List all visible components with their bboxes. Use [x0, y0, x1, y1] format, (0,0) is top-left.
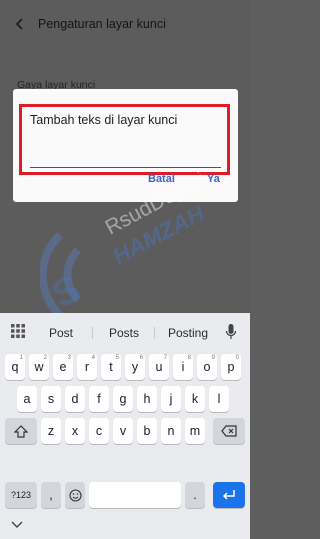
space-key[interactable] [89, 482, 181, 508]
key-hint: 7 [163, 355, 167, 361]
key-n[interactable]: n [161, 418, 181, 444]
key-y[interactable]: y6 [125, 354, 145, 380]
key-hint: 2 [43, 355, 47, 361]
key-h[interactable]: h [137, 386, 157, 412]
key-label: f [97, 392, 101, 406]
key-v[interactable]: v [113, 418, 133, 444]
key-label: q [11, 360, 19, 374]
key-s[interactable]: s [41, 386, 61, 412]
key-o[interactable]: o9 [197, 354, 217, 380]
key-label: ?123 [10, 490, 32, 500]
key-label: r [84, 360, 90, 374]
backspace-icon [221, 425, 237, 437]
shift-icon [14, 424, 28, 438]
key-q[interactable]: q1 [5, 354, 25, 380]
key-hint: 8 [187, 355, 191, 361]
key-w[interactable]: w2 [29, 354, 49, 380]
key-label: u [155, 360, 163, 374]
key-a[interactable]: a [17, 386, 37, 412]
key-label: t [109, 360, 113, 374]
comma-key[interactable]: , [41, 482, 61, 508]
symbols-key[interactable]: ?123 [5, 482, 37, 508]
suggestion-divider [154, 327, 155, 339]
suggestion-item[interactable]: Posting [168, 326, 208, 340]
key-label: j [169, 392, 173, 406]
key-label: w [34, 360, 44, 374]
key-label: x [71, 424, 79, 438]
key-f[interactable]: f [89, 386, 109, 412]
period-key[interactable]: . [185, 482, 205, 508]
key-hint: 0 [235, 355, 239, 361]
navigation-bar [0, 514, 250, 539]
key-label: b [143, 424, 151, 438]
key-e[interactable]: e3 [53, 354, 73, 380]
emoji-icon [68, 488, 82, 502]
shift-key[interactable] [5, 418, 37, 444]
suggestion-divider [92, 327, 93, 339]
key-g[interactable]: g [113, 386, 133, 412]
key-hint: 1 [19, 355, 23, 361]
key-t[interactable]: t5 [101, 354, 121, 380]
key-i[interactable]: i8 [173, 354, 193, 380]
watermark-logo: S RsudDepati HAMZAH [40, 168, 209, 318]
microphone-icon[interactable] [225, 324, 237, 340]
key-label: g [119, 392, 127, 406]
key-label: a [23, 392, 31, 406]
enter-icon [222, 490, 235, 500]
key-k[interactable]: k [185, 386, 205, 412]
key-label: y [131, 360, 139, 374]
page-title: Pengaturan layar kunci [38, 17, 166, 31]
key-label: v [119, 424, 127, 438]
key-label: n [167, 424, 175, 438]
key-label: l [217, 392, 221, 406]
backspace-key[interactable] [213, 418, 245, 444]
key-p[interactable]: p0 [221, 354, 241, 380]
key-label: e [59, 360, 67, 374]
key-label: s [47, 392, 55, 406]
key-label: c [95, 424, 103, 438]
key-l[interactable]: l [209, 386, 229, 412]
key-label: i [181, 360, 185, 374]
key-label: z [47, 424, 55, 438]
key-c[interactable]: c [89, 418, 109, 444]
key-label: o [203, 360, 211, 374]
enter-key[interactable] [213, 482, 245, 508]
key-z[interactable]: z [41, 418, 61, 444]
key-hint: 9 [211, 355, 215, 361]
key-hint: 4 [91, 355, 95, 361]
key-label: k [191, 392, 199, 406]
key-label: . [193, 488, 197, 502]
key-d[interactable]: d [65, 386, 85, 412]
key-label: m [189, 424, 201, 438]
key-label: , [49, 488, 53, 502]
key-label: p [227, 360, 235, 374]
key-j[interactable]: j [161, 386, 181, 412]
hide-keyboard-icon[interactable] [11, 521, 23, 529]
app-header: Pengaturan layar kunci [0, 0, 250, 56]
key-b[interactable]: b [137, 418, 157, 444]
emoji-key[interactable] [65, 482, 85, 508]
suggestion-bar: Post Posts Posting [0, 313, 250, 349]
key-label: h [143, 392, 151, 406]
key-m[interactable]: m [185, 418, 205, 444]
back-arrow-icon[interactable] [14, 17, 28, 31]
key-hint: 5 [115, 355, 119, 361]
suggestion-item[interactable]: Post [49, 326, 73, 340]
lockscreen-text-input[interactable]: Tambah teks di layar kunci [30, 113, 177, 127]
key-u[interactable]: u7 [149, 354, 169, 380]
key-hint: 3 [67, 355, 71, 361]
key-x[interactable]: x [65, 418, 85, 444]
key-r[interactable]: r4 [77, 354, 97, 380]
key-label: d [71, 392, 79, 406]
key-hint: 6 [139, 355, 143, 361]
keyboard-grid-icon[interactable] [11, 324, 25, 338]
suggestion-item[interactable]: Posts [109, 326, 139, 340]
